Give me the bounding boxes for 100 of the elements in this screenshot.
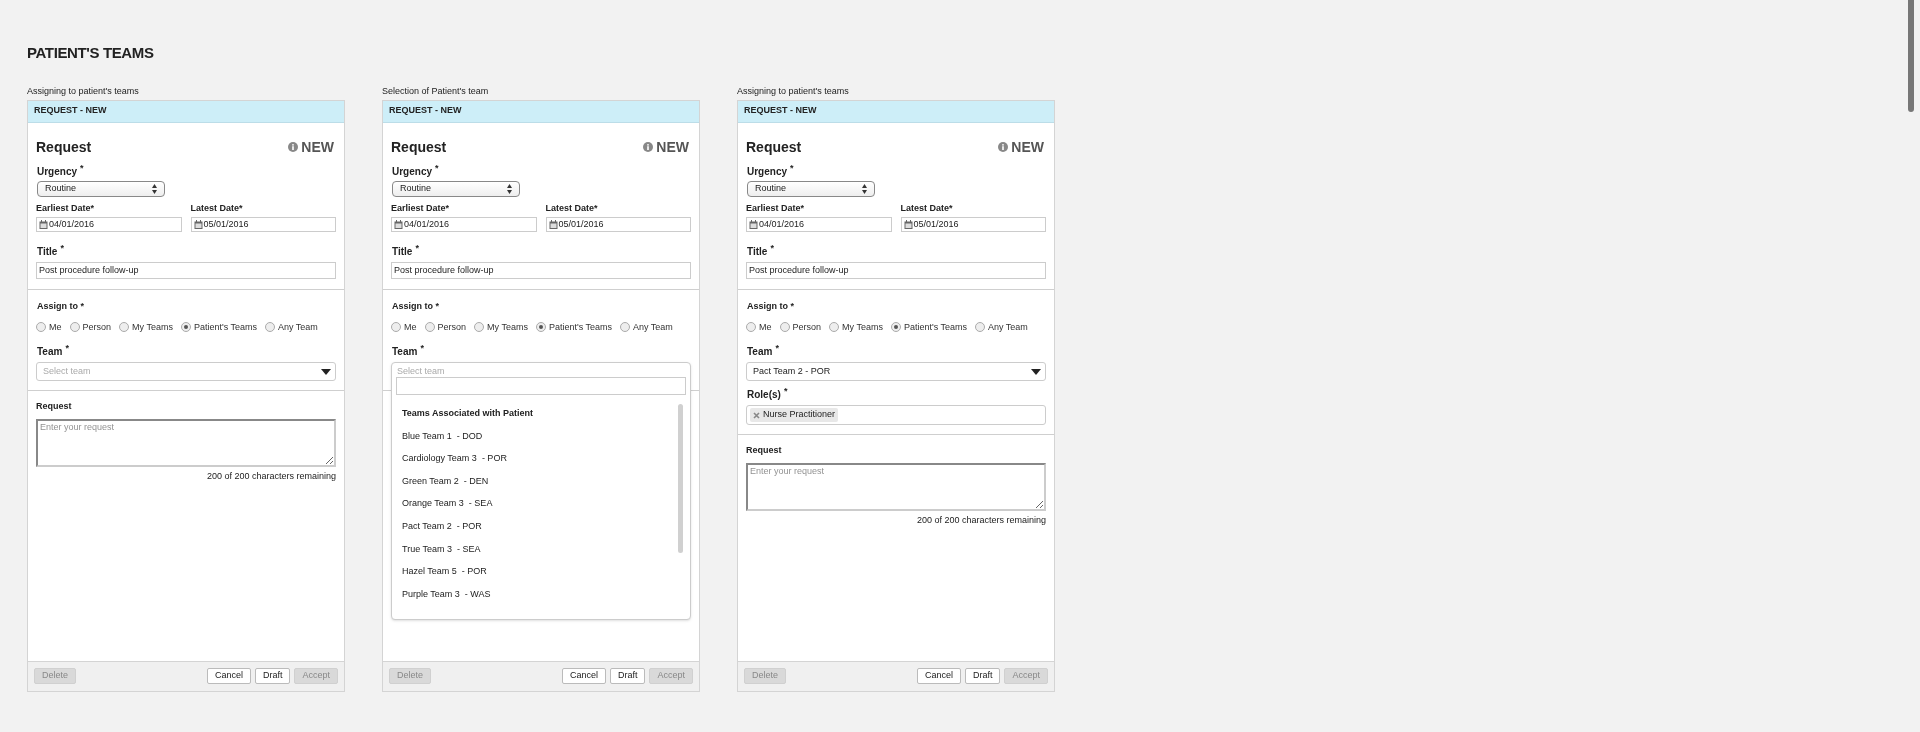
field-label: Urgency [392,164,432,179]
radio-button[interactable] [474,322,485,333]
field-label: Team [37,345,63,359]
team-option[interactable]: Green Team 2 - DEN [402,470,690,493]
field-label: Title [747,245,768,259]
scrollbar-thumb[interactable] [678,404,683,553]
request-textarea[interactable]: Enter your request [746,462,1046,511]
date-field[interactable]: 05/01/2016 [900,217,1046,232]
radio-button[interactable] [265,322,275,333]
date-field[interactable]: 04/01/2016 [391,217,537,232]
role-tag[interactable]: Nurse Practitioner [750,408,839,422]
field-label: Team [747,345,773,359]
status-label: NEW [1011,137,1044,157]
form-heading: Request [746,137,802,157]
title-field[interactable]: Post procedure follow-up [391,262,691,279]
panel-caption: Assigning to patient's teams [737,84,850,98]
radio-button[interactable] [180,322,191,333]
request-textarea[interactable]: Enter your request [36,418,336,467]
field-label: Urgency [37,164,77,179]
caret-icon [321,368,331,375]
panel-caption: Selection of Patient's team [382,84,490,98]
field-label: Earliest Date* [746,201,806,215]
panel-caption: Assigning to patient's teams [27,84,140,98]
team-option[interactable]: Pact Team 2 - POR [402,515,690,538]
roles-field[interactable]: Nurse Practitioner [746,405,1046,425]
calendar-icon [548,220,558,229]
sort-arrows-icon [152,183,157,194]
info-icon [288,142,299,152]
radio-button[interactable] [119,322,130,333]
field-label: Assign to * [392,300,440,313]
date-field[interactable]: 04/01/2016 [36,217,182,232]
radio-button[interactable] [620,322,630,333]
page-title: PATIENT'S TEAMS [27,43,155,63]
required-mark: * [415,244,419,253]
group-heading: Teams Associated with Patient [402,407,535,421]
radio-label: Any Team [278,320,318,334]
team-option[interactable]: Cardiology Team 3 - POR [402,447,690,471]
urgency-select[interactable]: Routine [747,180,875,197]
radio-label: Any Team [988,320,1028,334]
urgency-select[interactable]: Routine [37,180,165,197]
required-mark: * [775,344,779,353]
footer-button[interactable]: Draft [254,668,291,684]
calendar-icon [749,220,758,229]
team-option[interactable]: Hazel Team 5 - POR [402,560,690,584]
radio-button[interactable] [746,322,756,333]
card-header: REQUEST - NEW [738,100,1054,123]
radio-label: Person [437,320,467,334]
form-heading: Request [36,137,92,157]
footer-button[interactable]: Cancel [206,668,251,684]
field-label: Earliest Date* [36,201,96,215]
radio-label: Any Team [633,320,673,334]
team-select[interactable]: Pact Team 2 - POR [746,362,1046,381]
radio-label: Person [82,320,112,334]
info-icon [998,142,1009,152]
team-option[interactable]: True Team 3 - SEA [402,537,690,561]
footer-button[interactable]: Cancel [916,668,961,684]
required-mark: * [60,244,64,253]
radio-label: Patient's Teams [193,320,257,334]
field-label: Earliest Date* [391,201,451,215]
radio-button[interactable] [391,322,401,333]
date-field[interactable]: 04/01/2016 [746,217,892,232]
title-field[interactable]: Post procedure follow-up [36,262,336,279]
footer-button[interactable]: Draft [964,668,1001,684]
date-field[interactable]: 05/01/2016 [190,217,336,232]
radio-label: Me [759,320,772,334]
search-field[interactable] [396,377,686,395]
remove-icon [753,411,760,419]
date-field[interactable]: 05/01/2016 [545,217,691,232]
calendar-icon [193,220,203,229]
calendar-icon [903,220,913,229]
required-mark: * [65,344,69,353]
title-field[interactable]: Post procedure follow-up [746,262,1046,279]
radio-label: Me [49,320,62,334]
sort-arrows-icon [507,183,512,194]
field-label: Title [37,245,58,259]
radio-button[interactable] [779,322,790,333]
character-counter: 200 of 200 characters remaining [915,513,1046,527]
scrollbar-thumb[interactable] [1908,0,1914,112]
team-option[interactable]: Purple Team 3 - WAS [402,583,690,606]
radio-button[interactable] [69,322,80,333]
required-mark: * [420,344,424,353]
radio-button[interactable] [36,322,46,333]
urgency-select[interactable]: Routine [392,180,520,197]
character-counter: 200 of 200 characters remaining [205,469,336,483]
team-option[interactable]: Blue Team 1 - DOD [402,425,690,448]
radio-button[interactable] [890,322,901,333]
required-mark: * [435,163,439,173]
radio-label: My Teams [842,320,883,334]
field-label: Latest Date* [900,201,954,215]
radio-label: Patient's Teams [903,320,967,334]
team-option[interactable]: Orange Team 3 - SEA [402,492,690,516]
footer-button[interactable]: Cancel [561,668,606,684]
footer-button[interactable]: Draft [609,668,646,684]
radio-button[interactable] [535,322,546,333]
radio-button[interactable] [424,322,435,333]
required-mark: * [80,163,84,173]
form-heading: Request [391,137,447,157]
sort-arrows-icon [862,183,867,194]
radio-button[interactable] [829,322,840,333]
radio-button[interactable] [975,322,985,333]
